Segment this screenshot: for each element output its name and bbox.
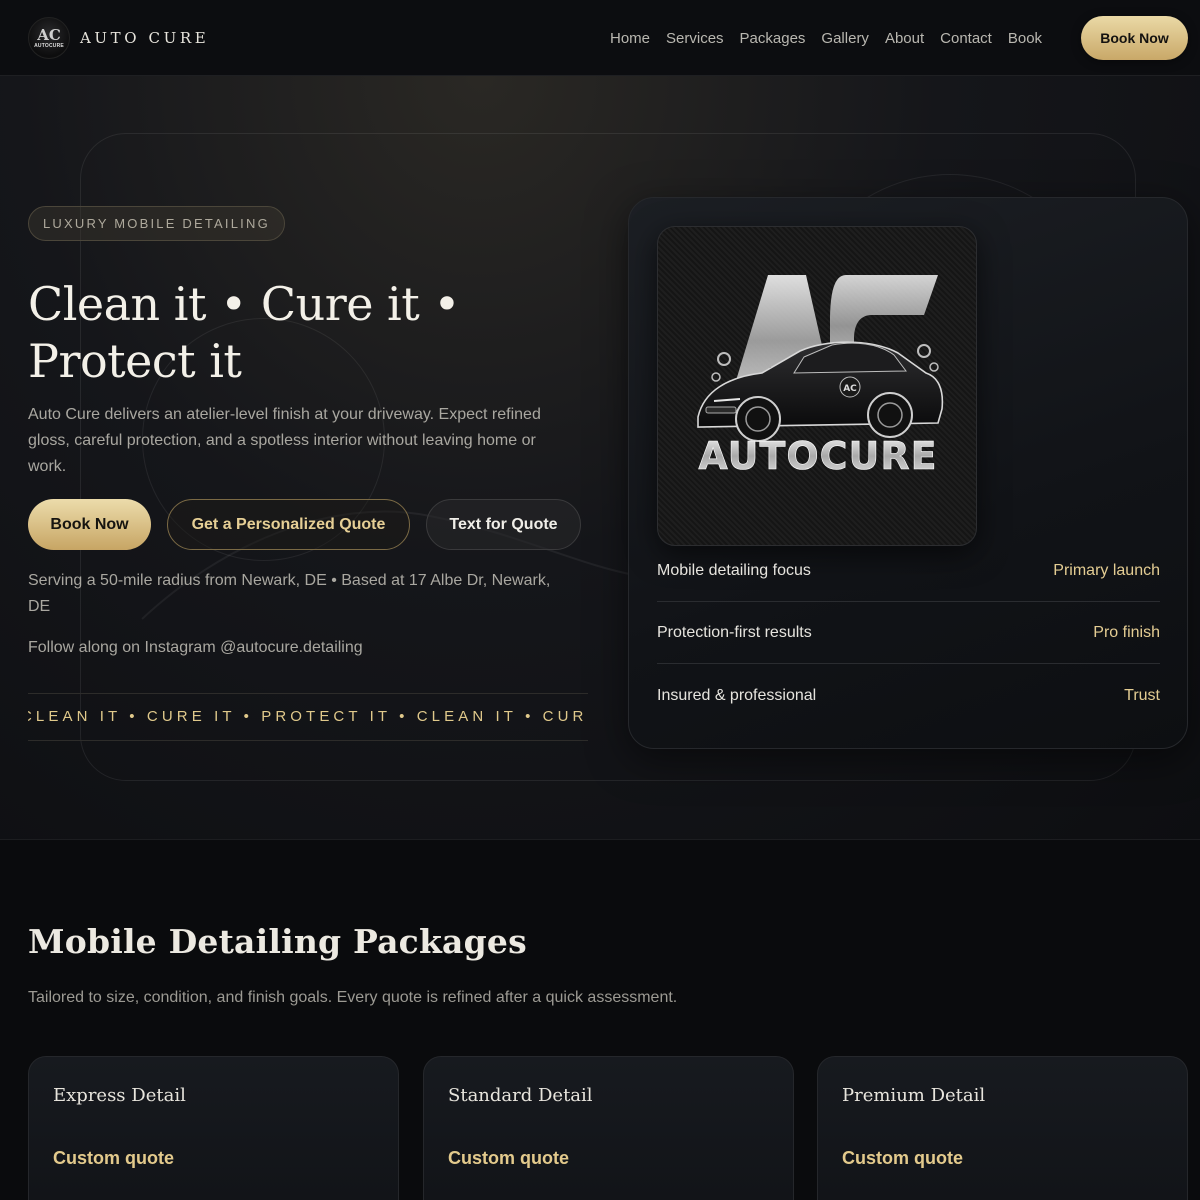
info-row-label: Insured & professional: [657, 687, 817, 704]
package-card-premium[interactable]: Premium Detail Custom quote: [817, 1056, 1188, 1200]
car-emblem-monogram: AC: [843, 384, 857, 394]
nav-link-home[interactable]: Home: [610, 30, 650, 47]
packages-title: Mobile Detailing Packages: [28, 922, 527, 961]
brand-logo-monogram: AC: [37, 25, 61, 44]
nav-link-book[interactable]: Book: [1008, 30, 1042, 47]
top-navigation: AC AUTOCURE AUTO CURE Home Services Pack…: [0, 0, 1200, 76]
info-row-value: Primary launch: [1053, 561, 1160, 579]
book-now-button[interactable]: Book Now: [28, 499, 151, 550]
hero-title: Clean it • Cure it • Protect it: [28, 277, 461, 388]
marquee-text: CLEAN IT • CURE IT • PROTECT IT • CLEAN …: [28, 708, 588, 725]
package-price: Custom quote: [448, 1148, 569, 1168]
package-card-express[interactable]: Express Detail Custom quote: [28, 1056, 399, 1200]
nav-link-gallery[interactable]: Gallery: [821, 30, 869, 47]
brand-logo: AC AUTOCURE: [28, 17, 70, 59]
slogan-marquee: CLEAN IT • CURE IT • PROTECT IT • CLEAN …: [28, 693, 588, 741]
info-row-label: Protection-first results: [657, 623, 812, 641]
nav-link-packages[interactable]: Packages: [740, 30, 806, 47]
package-card-standard[interactable]: Standard Detail Custom quote: [423, 1056, 794, 1200]
car-logo-illustration: AC AUTOCURE: [697, 275, 944, 478]
package-price: Custom quote: [842, 1148, 963, 1168]
hero-badge: LUXURY MOBILE DETAILING: [28, 206, 285, 241]
info-row-protection: Protection-first results Pro finish: [657, 602, 1160, 664]
hero-section: LUXURY MOBILE DETAILING Clean it • Cure …: [0, 76, 1200, 840]
text-for-quote-button[interactable]: Text for Quote: [426, 499, 581, 550]
package-name: Premium Detail: [842, 1085, 986, 1106]
brand-name: AUTO CURE: [80, 29, 210, 47]
info-row-insured: Insured & professional Trust: [657, 665, 1160, 727]
nav-link-services[interactable]: Services: [666, 30, 724, 47]
info-row-value: Trust: [1124, 687, 1160, 704]
brand-logo-wordmark: AUTOCURE: [34, 42, 64, 49]
nav-book-now-button[interactable]: Book Now: [1081, 16, 1188, 60]
info-card: AC AUTOCURE Mobile detailing focus Prima…: [628, 197, 1188, 749]
info-row-label: Mobile detailing focus: [657, 561, 811, 579]
nav-links: Home Services Packages Gallery About Con…: [602, 0, 1050, 76]
logo-wordmark: AUTOCURE: [698, 434, 937, 478]
package-name: Express Detail: [53, 1085, 186, 1106]
hero-description: Auto Cure delivers an atelier-level fini…: [28, 406, 541, 475]
packages-subtitle: Tailored to size, condition, and finish …: [28, 989, 678, 1006]
package-price: Custom quote: [53, 1148, 174, 1168]
instagram-link[interactable]: Follow along on Instagram @autocure.deta…: [28, 639, 363, 657]
package-name: Standard Detail: [448, 1085, 593, 1106]
personalized-quote-button[interactable]: Get a Personalized Quote: [167, 499, 410, 550]
info-row-mobile-detailing: Mobile detailing focus Primary launch: [657, 540, 1160, 602]
info-row-value: Pro finish: [1093, 623, 1160, 641]
service-area-text: Serving a 50-mile radius from Newark, DE…: [28, 572, 551, 615]
brand[interactable]: AC AUTOCURE AUTO CURE: [28, 17, 209, 59]
nav-link-about[interactable]: About: [885, 30, 924, 47]
nav-link-contact[interactable]: Contact: [940, 30, 992, 47]
autocure-logo-image: AC AUTOCURE: [657, 226, 977, 546]
